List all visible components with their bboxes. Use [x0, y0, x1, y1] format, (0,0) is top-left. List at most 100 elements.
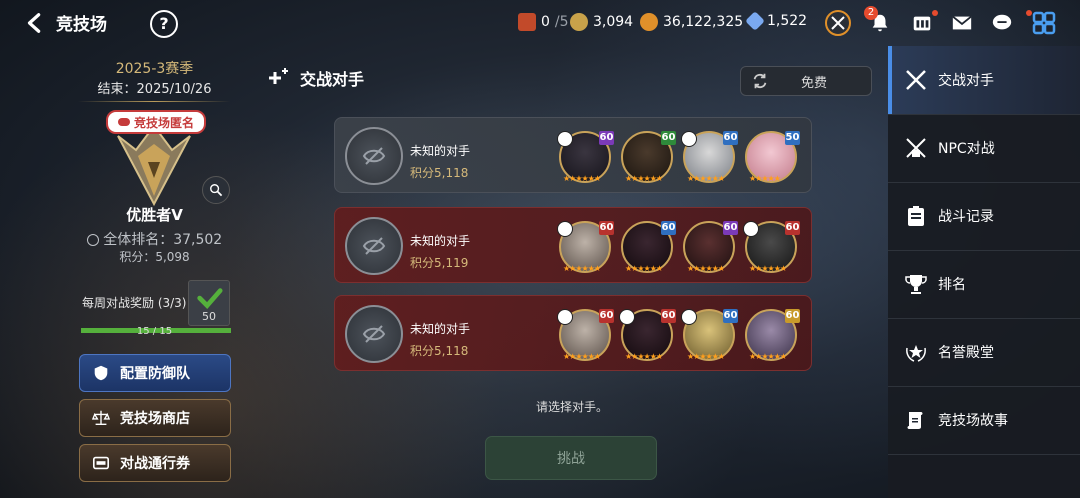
- battle-pass-button[interactable]: 对战通行券: [79, 444, 231, 482]
- help-icon[interactable]: ?: [150, 10, 178, 38]
- hero-level: 60: [723, 131, 738, 145]
- hero-stars: ★★★★★★: [749, 352, 787, 361]
- opponent-name: 未知的对手: [410, 234, 471, 248]
- reward-count: 50: [202, 310, 216, 323]
- tab-ranking[interactable]: 排名: [888, 250, 1080, 319]
- hero-level: 60: [599, 221, 614, 235]
- hero-class-icon: [681, 309, 697, 325]
- pass-icon: [92, 456, 110, 470]
- opponent-name: 未知的对手: [410, 322, 471, 336]
- opponent-score: 积分5,118: [410, 344, 469, 358]
- arena-sidebar: 交战对手 NPC对战 战斗记录 排名 名誉殿堂 竞技场故事: [888, 46, 1080, 498]
- notification-badge: 2: [864, 6, 878, 20]
- battle-pass-label: 对战通行券: [120, 456, 190, 472]
- player-panel: 2025-3赛季 结束：2025/10/26 竞技场匿名 优胜者V 全体排名：3…: [72, 54, 237, 494]
- tab-label: 交战对手: [938, 73, 994, 89]
- crystal-icon: [745, 11, 765, 31]
- chat-icon[interactable]: [988, 9, 1016, 37]
- hero-stars: ★★★★★★: [625, 352, 663, 361]
- anon-mask-icon: [117, 118, 130, 126]
- team-red-dot: [932, 10, 938, 16]
- hero-class-icon: [557, 131, 573, 147]
- hero-stars: ★★★★★★: [687, 352, 725, 361]
- hero-level: 60: [723, 221, 738, 235]
- trophy-icon: [905, 275, 927, 294]
- defense-team-label: 配置防御队: [120, 366, 190, 382]
- honor-resource[interactable]: 3,094: [570, 13, 633, 31]
- season-label: 2025-3赛季: [115, 61, 194, 77]
- opponent-name: 未知的对手: [410, 144, 471, 158]
- opponent-card-1[interactable]: 未知的对手 积分5,118 60 ★★★★★★ 60 ★★★★★★ 60 ★★★…: [334, 117, 812, 193]
- hidden-avatar-icon: [345, 217, 403, 275]
- hero-stars: ★★★★★★: [687, 174, 725, 183]
- hero-level: 60: [723, 309, 738, 323]
- hero-level: 60: [661, 309, 676, 323]
- shield-icon: [94, 365, 108, 381]
- refresh-free-button[interactable]: 免费: [740, 66, 872, 96]
- search-icon[interactable]: [202, 176, 230, 204]
- page-title: 竞技场: [56, 15, 107, 35]
- hero-stars: ★★★★★★: [749, 264, 787, 273]
- season-end-date: 结束：2025/10/26: [97, 82, 212, 97]
- player-points: 积分：5,098: [119, 250, 190, 264]
- tab-label: NPC对战: [938, 141, 995, 157]
- laurel-star-icon: [906, 345, 926, 362]
- hero-stars: ★★★★★★: [625, 174, 663, 183]
- arena-shop-label: 竞技场商店: [120, 411, 190, 427]
- back-button[interactable]: 竞技场: [24, 10, 107, 35]
- opponent-card-3[interactable]: 未知的对手 积分5,118 60 ★★★★★★ 60 ★★★★★★ 60 ★★★…: [334, 295, 812, 371]
- hero-stars: ★★★★★: [749, 174, 781, 183]
- hero-class-icon: [619, 309, 635, 325]
- weekly-progress-text: 15 / 15: [136, 326, 173, 337]
- select-opponent-prompt: 请选择对手。: [535, 400, 608, 414]
- back-arrow-icon: [27, 12, 41, 33]
- clipboard-icon: [908, 206, 924, 226]
- rank-title: 优胜者V: [126, 206, 183, 224]
- tab-npc-battle[interactable]: NPC对战: [888, 114, 1080, 183]
- tab-label: 战斗记录: [938, 209, 994, 225]
- rank-person-icon: [86, 234, 99, 246]
- arena-shop-button[interactable]: 竞技场商店: [79, 399, 231, 437]
- hero-stars: ★★★★★★: [563, 264, 601, 273]
- hero-stars: ★★★★★★: [563, 174, 601, 183]
- hero-level: 50: [785, 131, 800, 145]
- tab-hall-of-fame[interactable]: 名誉殿堂: [888, 318, 1080, 387]
- grid-menu-icon[interactable]: [1030, 9, 1058, 37]
- top-bar: 竞技场 ? 0/5 3,094 36,122,325 1,522 2: [0, 0, 1080, 46]
- hero-class-icon: [557, 221, 573, 237]
- tab-opponents[interactable]: 交战对手: [888, 46, 1080, 115]
- overall-rank-text: 全体排名：37,502: [103, 232, 223, 248]
- scroll-icon: [907, 412, 923, 429]
- weekly-reward-label: 每周对战奖励 (3/3): [82, 296, 187, 310]
- gold-resource[interactable]: 36,122,325: [640, 13, 743, 31]
- npc-swords-icon: [906, 138, 926, 158]
- hidden-avatar-icon: [345, 305, 403, 363]
- ticket-max: /5: [554, 14, 569, 30]
- hero-level: 60: [661, 221, 676, 235]
- arena-anonymous-badge: 竞技场匿名: [106, 110, 206, 134]
- battle-mode-icon[interactable]: [824, 9, 852, 37]
- hero-level: 60: [599, 309, 614, 323]
- tab-battle-log[interactable]: 战斗记录: [888, 182, 1080, 251]
- crystal-resource[interactable]: 1,522: [745, 11, 807, 31]
- ticket-count: 0: [541, 14, 550, 30]
- anon-label: 竞技场匿名: [133, 115, 194, 130]
- section-header: 交战对手: [266, 66, 364, 90]
- challenge-button[interactable]: 挑战: [485, 436, 657, 480]
- tab-arena-story[interactable]: 竞技场故事: [888, 386, 1080, 455]
- honor-value: 3,094: [593, 14, 634, 30]
- weekly-reward-chest[interactable]: 50: [188, 280, 230, 326]
- free-label: 免费: [801, 75, 828, 91]
- checkmark-icon: [197, 288, 223, 309]
- hero-level: 60: [599, 131, 614, 145]
- ticket-resource[interactable]: 0/5: [518, 13, 569, 31]
- hero-level: 60: [785, 221, 800, 235]
- defense-team-button[interactable]: 配置防御队: [79, 354, 231, 392]
- season-divider: [78, 101, 230, 102]
- honor-icon: [570, 13, 588, 31]
- opponent-card-2[interactable]: 未知的对手 积分5,119 60 ★★★★★★ 60 ★★★★★★ 60 ★★★…: [334, 207, 812, 283]
- hero-stars: ★★★★★★: [563, 352, 601, 361]
- mail-icon[interactable]: [948, 9, 976, 37]
- hidden-avatar-icon: [345, 127, 403, 185]
- opponent-score: 积分5,118: [410, 166, 469, 180]
